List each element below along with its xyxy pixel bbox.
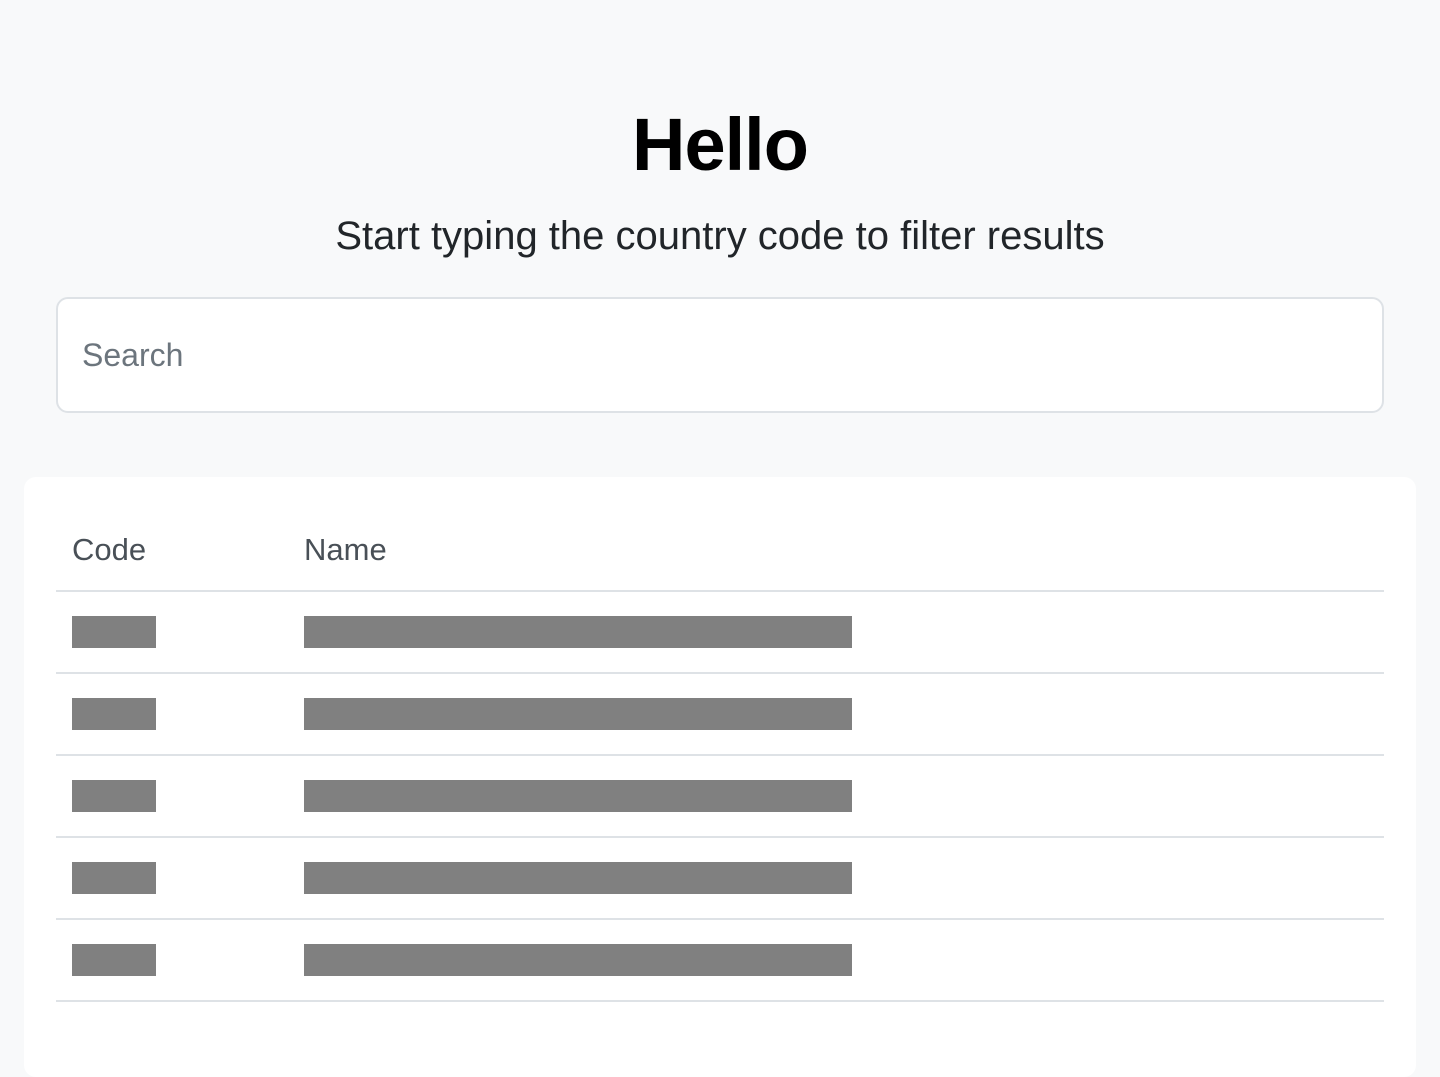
page-subtitle: Start typing the country code to filter … bbox=[335, 214, 1105, 258]
search-input[interactable] bbox=[56, 297, 1384, 413]
code-cell bbox=[56, 755, 288, 838]
table-header-row: Code Name bbox=[56, 509, 1384, 592]
column-header-name: Name bbox=[288, 509, 1384, 592]
code-placeholder-bar bbox=[72, 616, 156, 648]
table-row bbox=[56, 837, 1384, 920]
table-row bbox=[56, 591, 1384, 674]
name-placeholder-bar bbox=[304, 944, 852, 976]
table-row bbox=[56, 919, 1384, 1002]
code-placeholder-bar bbox=[72, 780, 156, 812]
code-placeholder-bar bbox=[72, 862, 156, 894]
code-cell bbox=[56, 919, 288, 1002]
table-row bbox=[56, 673, 1384, 756]
name-cell bbox=[288, 919, 1384, 1002]
page-title: Hello bbox=[632, 103, 809, 186]
code-cell bbox=[56, 591, 288, 674]
results-card: Code Name bbox=[24, 477, 1416, 1077]
name-placeholder-bar bbox=[304, 616, 852, 648]
name-cell bbox=[288, 591, 1384, 674]
code-cell bbox=[56, 837, 288, 920]
code-placeholder-bar bbox=[72, 698, 156, 730]
name-cell bbox=[288, 673, 1384, 756]
code-placeholder-bar bbox=[72, 944, 156, 976]
name-cell bbox=[288, 837, 1384, 920]
name-placeholder-bar bbox=[304, 862, 852, 894]
results-table: Code Name bbox=[56, 509, 1384, 1002]
name-placeholder-bar bbox=[304, 780, 852, 812]
name-placeholder-bar bbox=[304, 698, 852, 730]
table-row bbox=[56, 755, 1384, 838]
code-cell bbox=[56, 673, 288, 756]
column-header-code: Code bbox=[56, 509, 288, 592]
name-cell bbox=[288, 755, 1384, 838]
